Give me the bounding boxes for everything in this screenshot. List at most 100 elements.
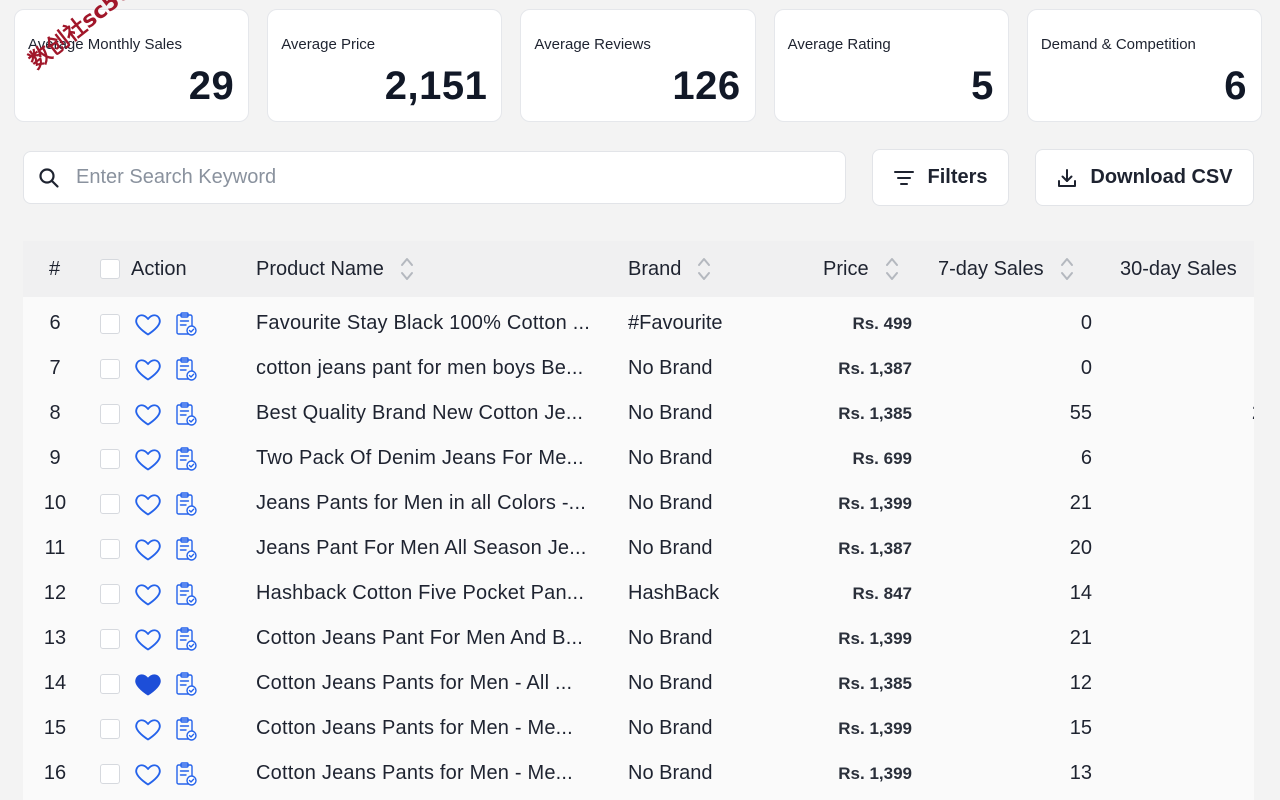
table-row[interactable]: 6 Favourite Stay Black 100% Cotton ... #Fa… (23, 301, 1254, 346)
sales-7day: 21 (1069, 492, 1092, 514)
table-row[interactable]: 12 Hashback Cotton Five Pocket Pan... Hash… (23, 571, 1254, 616)
row-checkbox[interactable] (100, 346, 120, 391)
column-header-price-label: Price (823, 257, 869, 280)
clipboard-check-icon[interactable] (174, 346, 198, 391)
sales-7day: 15 (1069, 717, 1092, 739)
sales-7day: 0 (1080, 357, 1092, 379)
sort-icon[interactable] (400, 256, 414, 282)
row-checkbox[interactable] (100, 661, 120, 706)
product-name[interactable]: Cotton Jeans Pants for Men - Me... (256, 751, 606, 796)
heart-icon[interactable] (133, 706, 163, 751)
stat-value: 5 (971, 64, 994, 108)
brand-name: No Brand (628, 402, 713, 424)
heart-icon[interactable] (133, 436, 163, 481)
row-checkbox[interactable] (100, 616, 120, 661)
filters-button[interactable]: Filters (872, 149, 1009, 206)
clipboard-check-icon[interactable] (174, 436, 198, 481)
table-row[interactable]: 14 Cotton Jeans Pants for Men - All ... No… (23, 661, 1254, 706)
column-header-brand[interactable]: Brand (628, 241, 711, 297)
product-name[interactable]: Cotton Jeans Pant For Men And B... (256, 616, 606, 661)
stat-card-average-rating: Average Rating 5 (773, 9, 1009, 122)
row-number: 7 (49, 357, 61, 379)
table-row[interactable]: 11 Jeans Pant For Men All Season Je... No … (23, 526, 1254, 571)
product-name[interactable]: Cotton Jeans Pants for Men - All ... (256, 661, 606, 706)
download-csv-label: Download CSV (1090, 166, 1233, 188)
sort-icon[interactable] (697, 256, 711, 282)
search-bar[interactable] (23, 151, 846, 204)
table-row[interactable]: 16 Cotton Jeans Pants for Men - Me... No B… (23, 751, 1254, 796)
sort-icon[interactable] (1060, 256, 1074, 282)
row-checkbox[interactable] (100, 391, 120, 436)
product-name[interactable]: Hashback Cotton Five Pocket Pan... (256, 571, 606, 616)
heart-icon[interactable] (133, 481, 163, 526)
row-checkbox[interactable] (100, 301, 120, 346)
sales-30day (1203, 571, 1254, 616)
product-name[interactable]: Jeans Pants for Men in all Colors -... (256, 481, 606, 526)
table-row[interactable]: 13 Cotton Jeans Pant For Men And B... No B… (23, 616, 1254, 661)
row-checkbox[interactable] (100, 751, 120, 796)
heart-icon[interactable] (133, 526, 163, 571)
row-number: 13 (43, 627, 67, 649)
stat-value: 29 (188, 64, 235, 108)
stat-card-monthly-sales: Average Monthly Sales 29 数创社sc566 (14, 0, 250, 122)
clipboard-check-icon[interactable] (174, 301, 198, 346)
column-header-product[interactable]: Product Name (256, 241, 414, 297)
column-header-30day-sales[interactable]: 30-day Sales (1120, 241, 1237, 297)
sales-7day: 6 (1080, 447, 1092, 469)
table-header: # Action Product Name Brand Price 7-day … (23, 241, 1254, 297)
table-row[interactable]: 8 Best Quality Brand New Cotton Je... No B… (23, 391, 1254, 436)
stat-value: 2,151 (384, 64, 488, 108)
clipboard-check-icon[interactable] (174, 391, 198, 436)
search-input[interactable] (76, 166, 776, 189)
product-name[interactable]: Favourite Stay Black 100% Cotton ... (256, 301, 606, 346)
row-checkbox[interactable] (100, 706, 120, 751)
row-checkbox[interactable] (100, 571, 120, 616)
clipboard-check-icon[interactable] (174, 706, 198, 751)
product-name[interactable]: Jeans Pant For Men All Season Je... (256, 526, 606, 571)
row-checkbox[interactable] (100, 481, 120, 526)
sales-30day (1203, 481, 1254, 526)
sales-30day (1203, 301, 1254, 346)
heart-icon[interactable] (133, 391, 163, 436)
clipboard-check-icon[interactable] (174, 526, 198, 571)
brand-name: No Brand (628, 492, 713, 514)
column-header-price[interactable]: Price (823, 241, 899, 297)
row-number: 15 (43, 717, 67, 739)
stat-label: Average Price (281, 36, 376, 53)
table-row[interactable]: 10 Jeans Pants for Men in all Colors -...… (23, 481, 1254, 526)
price: Rs. 1,399 (838, 493, 912, 513)
heart-icon[interactable] (133, 571, 163, 616)
clipboard-check-icon[interactable] (174, 661, 198, 706)
heart-icon[interactable] (133, 751, 163, 796)
price: Rs. 1,387 (838, 538, 912, 558)
clipboard-check-icon[interactable] (174, 616, 198, 661)
heart-icon[interactable] (133, 301, 163, 346)
heart-icon[interactable] (133, 616, 163, 661)
table-row[interactable]: 7 cotton jeans pant for men boys Be... No … (23, 346, 1254, 391)
sales-7day: 20 (1069, 537, 1092, 559)
brand-name: No Brand (628, 357, 713, 379)
table-row[interactable]: 15 Cotton Jeans Pants for Men - Me... No B… (23, 706, 1254, 751)
products-table: # Action Product Name Brand Price 7-day … (23, 241, 1254, 800)
price: Rs. 1,399 (838, 628, 912, 648)
row-checkbox[interactable] (100, 436, 120, 481)
product-name[interactable]: Two Pack Of Denim Jeans For Me... (256, 436, 606, 481)
row-checkbox[interactable] (100, 526, 120, 571)
heart-filled-icon[interactable] (133, 661, 163, 706)
column-header-7day-sales[interactable]: 7-day Sales (938, 241, 1074, 297)
price: Rs. 1,385 (838, 673, 912, 693)
sales-30day (1203, 661, 1254, 706)
product-name[interactable]: Best Quality Brand New Cotton Je... (256, 391, 606, 436)
clipboard-check-icon[interactable] (174, 571, 198, 616)
sort-icon[interactable] (885, 256, 899, 282)
table-row[interactable]: 9 Two Pack Of Denim Jeans For Me... No Bra… (23, 436, 1254, 481)
sales-30day (1203, 436, 1254, 481)
clipboard-check-icon[interactable] (174, 751, 198, 796)
product-name[interactable]: cotton jeans pant for men boys Be... (256, 346, 606, 391)
heart-icon[interactable] (133, 346, 163, 391)
download-csv-button[interactable]: Download CSV (1035, 149, 1254, 206)
product-name[interactable]: Cotton Jeans Pants for Men - Me... (256, 706, 606, 751)
select-all-checkbox[interactable] (100, 259, 120, 279)
clipboard-check-icon[interactable] (174, 481, 198, 526)
price: Rs. 1,399 (838, 763, 912, 783)
